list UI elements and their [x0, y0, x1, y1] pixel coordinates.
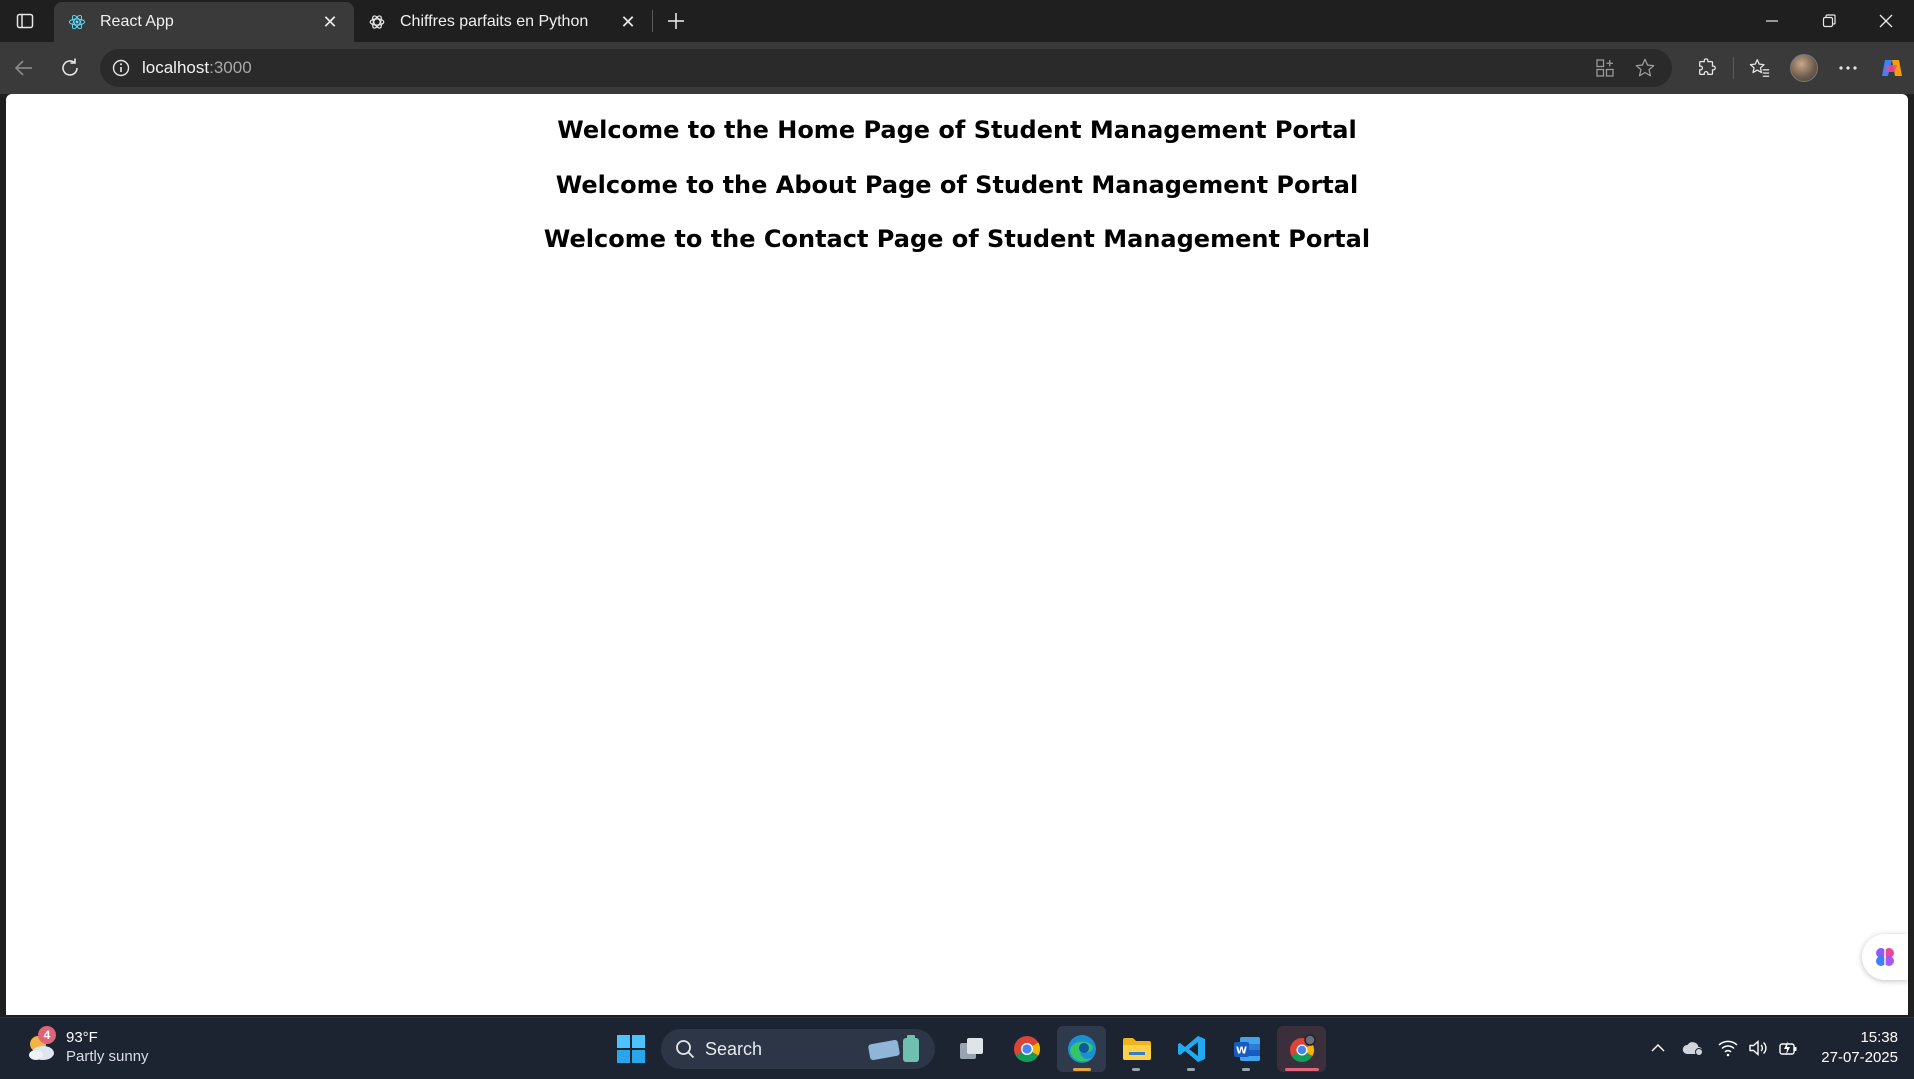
- folder-icon: [1122, 1038, 1151, 1060]
- close-tab-icon[interactable]: ✕: [318, 10, 342, 34]
- cloud-icon: [1683, 1042, 1704, 1056]
- tab-strip: React App ✕ Chiffres parfaits en Python …: [0, 0, 1914, 42]
- plus-icon: [668, 13, 684, 29]
- weather-condition: Partly sunny: [66, 1048, 149, 1065]
- windows-taskbar: 4 93°F Partly sunny Search W 15:38 27-07…: [0, 1017, 1914, 1079]
- browser-toolbar: localhost:3000: [0, 42, 1914, 94]
- url-port: :3000: [209, 58, 252, 77]
- minimize-button[interactable]: [1743, 0, 1800, 42]
- home-heading: Welcome to the Home Page of Student Mana…: [557, 116, 1357, 144]
- file-explorer-app[interactable]: [1112, 1026, 1161, 1072]
- vscode-icon: [1177, 1036, 1205, 1062]
- react-icon: [68, 13, 86, 31]
- favorites-icon: [1749, 59, 1770, 77]
- search-label: Search: [705, 1038, 763, 1059]
- more-button[interactable]: [1826, 51, 1870, 85]
- favorites-button[interactable]: [1738, 51, 1782, 85]
- start-button[interactable]: [606, 1026, 655, 1072]
- chrome-app[interactable]: [1002, 1026, 1051, 1072]
- battery-charging-icon: [1779, 1041, 1797, 1055]
- sidebar-copilot-button[interactable]: [1862, 934, 1908, 980]
- site-info-icon[interactable]: [110, 57, 132, 79]
- app-available-icon[interactable]: [1590, 53, 1620, 83]
- url-host: localhost: [142, 58, 210, 77]
- taskbar-search[interactable]: Search: [661, 1029, 935, 1069]
- tab-title: React App: [100, 13, 174, 30]
- address-bar[interactable]: localhost:3000: [100, 49, 1672, 87]
- vscode-app[interactable]: [1167, 1026, 1216, 1072]
- tab-title: Chiffres parfaits en Python: [400, 13, 589, 30]
- minimize-icon: [1765, 20, 1778, 22]
- chevron-up-icon: [1651, 1043, 1665, 1052]
- edge-icon: [1067, 1035, 1096, 1063]
- show-hidden-icons-button[interactable]: [1643, 1026, 1673, 1070]
- close-icon: [1879, 14, 1892, 28]
- clock-date: 27-07-2025: [1821, 1049, 1898, 1066]
- window-controls: [1743, 0, 1914, 42]
- avatar: [1790, 54, 1818, 82]
- speaker-icon: [1749, 1039, 1767, 1057]
- refresh-icon: [62, 58, 78, 76]
- tab-actions-icon: [16, 13, 34, 29]
- brain-icon: [1876, 948, 1894, 966]
- chrome-profile-app[interactable]: [1277, 1026, 1326, 1072]
- wifi-icon: [1718, 1040, 1738, 1057]
- refresh-button[interactable]: [54, 52, 86, 84]
- url-text[interactable]: localhost:3000: [142, 58, 252, 78]
- tab-chiffres-parfaits[interactable]: Chiffres parfaits en Python ✕: [354, 2, 652, 42]
- weather-temperature: 93°F: [66, 1029, 98, 1046]
- contact-heading: Welcome to the Contact Page of Student M…: [543, 225, 1371, 253]
- back-button[interactable]: [8, 52, 40, 84]
- windows-icon: [616, 1035, 645, 1063]
- about-heading: Welcome to the About Page of Student Man…: [555, 171, 1359, 199]
- openai-icon: [368, 13, 386, 31]
- more-icon: [1839, 66, 1857, 70]
- edge-app[interactable]: [1057, 1026, 1106, 1072]
- svg-text:W: W: [1235, 1046, 1246, 1057]
- restore-button[interactable]: [1800, 0, 1857, 42]
- task-view-button[interactable]: [947, 1026, 996, 1072]
- battery-button[interactable]: [1773, 1026, 1803, 1070]
- task-view-icon: [959, 1038, 983, 1059]
- taskbar-apps: Search W: [606, 1026, 1326, 1072]
- page-viewport: Welcome to the Home Page of Student Mana…: [6, 94, 1908, 1015]
- search-highlight-icon: [867, 1034, 925, 1064]
- clock-time: 15:38: [1860, 1029, 1898, 1046]
- tab-react-app[interactable]: React App ✕: [54, 2, 354, 42]
- word-app[interactable]: W: [1222, 1026, 1271, 1072]
- weather-widget[interactable]: 4 93°F Partly sunny: [24, 1026, 149, 1066]
- onedrive-button[interactable]: [1673, 1026, 1713, 1070]
- copilot-icon: [1882, 60, 1902, 76]
- toolbar-divider: [1733, 57, 1734, 79]
- close-window-button[interactable]: [1857, 0, 1914, 42]
- system-tray: 15:38 27-07-2025: [1643, 1026, 1898, 1070]
- close-tab-icon[interactable]: ✕: [616, 10, 640, 34]
- weather-badge: 4: [38, 1026, 56, 1044]
- search-icon: [676, 1040, 695, 1059]
- new-tab-button[interactable]: [660, 6, 692, 36]
- extensions-button[interactable]: [1685, 51, 1729, 85]
- restore-icon: [1822, 14, 1836, 28]
- toolbar-actions: [1685, 51, 1914, 85]
- partly-sunny-icon: 4: [24, 1026, 58, 1064]
- star-icon[interactable]: [1630, 53, 1660, 83]
- copilot-button[interactable]: [1870, 51, 1914, 85]
- arrow-left-icon: [14, 60, 32, 76]
- tab-actions-button[interactable]: [8, 6, 42, 36]
- chrome-profile-icon: [1289, 1034, 1316, 1063]
- chrome-icon: [1013, 1036, 1040, 1063]
- puzzle-icon: [1699, 58, 1716, 76]
- tab-separator: [652, 10, 653, 32]
- profile-button[interactable]: [1782, 51, 1826, 85]
- volume-button[interactable]: [1743, 1026, 1773, 1070]
- word-icon: W: [1233, 1037, 1260, 1061]
- system-clock[interactable]: 15:38 27-07-2025: [1821, 1028, 1898, 1068]
- wifi-button[interactable]: [1713, 1026, 1743, 1070]
